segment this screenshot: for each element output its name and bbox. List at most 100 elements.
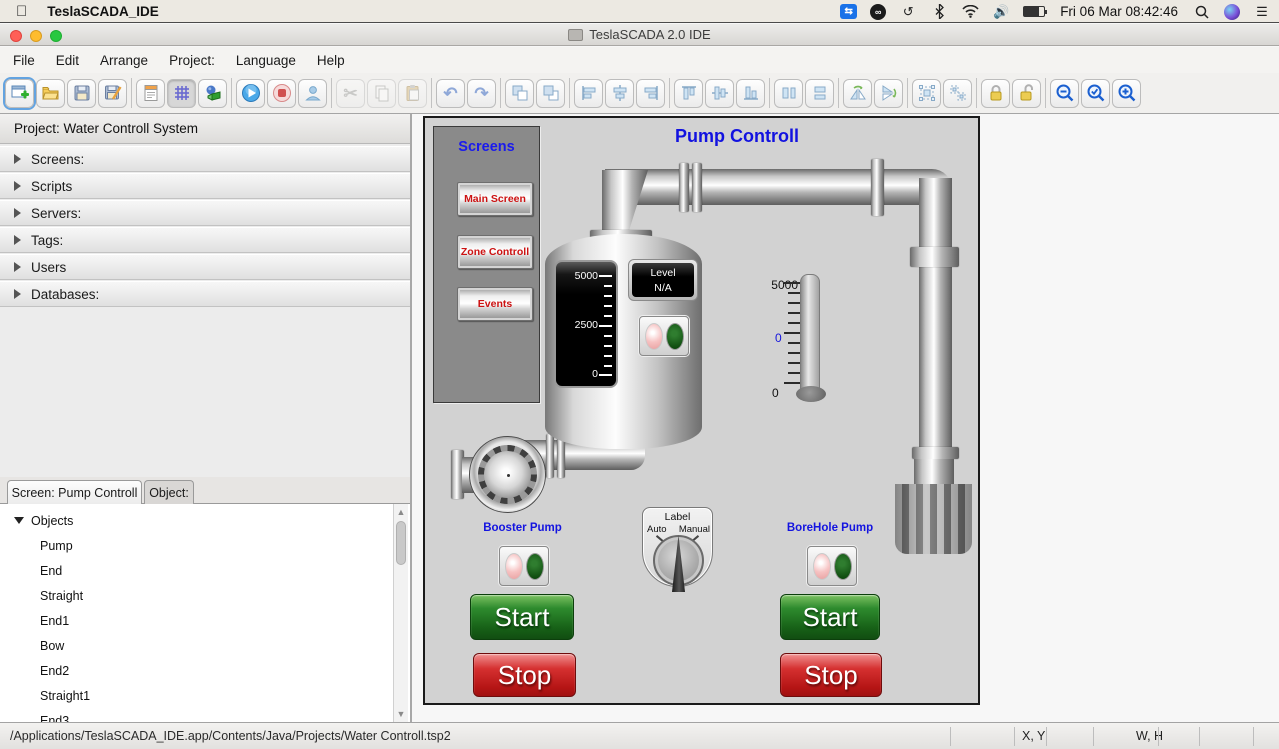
volume-icon[interactable]: 🔊 bbox=[992, 4, 1010, 20]
tree-item-pump[interactable]: Pump bbox=[0, 533, 390, 558]
menu-arrange[interactable]: Arrange bbox=[100, 53, 148, 68]
zoom-reset-button[interactable] bbox=[1081, 78, 1110, 108]
pipe-horizontal-top[interactable] bbox=[605, 169, 952, 205]
cut-button[interactable]: ✂ bbox=[336, 78, 365, 108]
pipe-flange[interactable] bbox=[871, 159, 884, 216]
sidebar-item-tags[interactable]: Tags: bbox=[0, 227, 410, 253]
tab-screen-pump-controll[interactable]: Screen: Pump Controll bbox=[7, 480, 142, 504]
tank-level-gauge[interactable]: 5000 2500 0 bbox=[554, 260, 618, 388]
level-display[interactable]: Level N/A bbox=[628, 259, 698, 301]
menu-edit[interactable]: Edit bbox=[56, 53, 79, 68]
borehole-pump-label[interactable]: BoreHole Pump bbox=[770, 522, 890, 534]
battery-icon[interactable] bbox=[1023, 6, 1048, 17]
spotlight-icon[interactable] bbox=[1193, 4, 1211, 20]
menu-project[interactable]: Project: bbox=[169, 53, 215, 68]
grid-toggle-button[interactable] bbox=[167, 78, 196, 108]
align-bottom-button[interactable] bbox=[736, 78, 765, 108]
creative-cloud-icon[interactable]: ∞ bbox=[870, 3, 887, 20]
pipe-coupling[interactable] bbox=[910, 247, 959, 267]
auto-manual-switch[interactable]: Label Auto Manual bbox=[642, 507, 713, 592]
screens-nav-panel[interactable]: Screens Main Screen Zone Controll Events bbox=[433, 126, 540, 403]
align-top-button[interactable] bbox=[674, 78, 703, 108]
pipe-flange[interactable] bbox=[692, 163, 702, 212]
booster-pump[interactable] bbox=[469, 436, 546, 513]
nav-zone-controll-button[interactable]: Zone Controll bbox=[457, 235, 533, 269]
flip-horizontal-button[interactable] bbox=[843, 78, 872, 108]
stop-button[interactable] bbox=[267, 78, 296, 108]
apple-icon[interactable]:  bbox=[16, 3, 27, 20]
pipe-flange[interactable] bbox=[546, 434, 554, 478]
zoom-window-button[interactable] bbox=[50, 30, 62, 42]
menu-help[interactable]: Help bbox=[317, 53, 345, 68]
tree-item-end1[interactable]: End1 bbox=[0, 608, 390, 633]
open-project-button[interactable] bbox=[36, 78, 65, 108]
distribute-h-button[interactable] bbox=[774, 78, 803, 108]
save-as-button[interactable] bbox=[98, 78, 127, 108]
thermometer-stem[interactable] bbox=[800, 274, 820, 399]
distribute-v-button[interactable] bbox=[805, 78, 834, 108]
sidebar-item-users[interactable]: Users bbox=[0, 254, 410, 280]
list-icon[interactable]: ☰ bbox=[1253, 4, 1271, 20]
borehole-motor[interactable] bbox=[895, 484, 972, 554]
send-backward-button[interactable] bbox=[536, 78, 565, 108]
motor-neck[interactable] bbox=[914, 459, 954, 485]
menu-clock[interactable]: Fri 06 Mar 08:42:46 bbox=[1060, 4, 1178, 19]
tree-node-objects[interactable]: Objects bbox=[0, 508, 390, 533]
align-right-button[interactable] bbox=[636, 78, 665, 108]
tank-indicator[interactable] bbox=[639, 316, 689, 356]
zoom-in-button[interactable] bbox=[1112, 78, 1141, 108]
sidebar-item-databases[interactable]: Databases: bbox=[0, 281, 410, 307]
nav-main-screen-button[interactable]: Main Screen bbox=[457, 182, 533, 216]
tree-item-bow[interactable]: Bow bbox=[0, 633, 390, 658]
nav-events-button[interactable]: Events bbox=[457, 287, 533, 321]
booster-indicator[interactable] bbox=[499, 546, 549, 586]
pipe-flange[interactable] bbox=[912, 447, 959, 459]
tab-object[interactable]: Object: bbox=[144, 480, 194, 504]
borehole-stop-button[interactable]: Stop bbox=[780, 653, 882, 697]
new-project-button[interactable] bbox=[5, 78, 34, 108]
undo-button[interactable]: ↶ bbox=[436, 78, 465, 108]
zoom-out-button[interactable] bbox=[1050, 78, 1079, 108]
sidebar-item-servers[interactable]: Servers: bbox=[0, 200, 410, 226]
borehole-indicator[interactable] bbox=[807, 546, 857, 586]
tree-item-straight1[interactable]: Straight1 bbox=[0, 683, 390, 708]
active-app-name[interactable]: TeslaSCADA_IDE bbox=[47, 4, 159, 19]
tree-item-end[interactable]: End bbox=[0, 558, 390, 583]
sidebar-item-screens[interactable]: Screens: bbox=[0, 146, 410, 172]
align-left-button[interactable] bbox=[574, 78, 603, 108]
unlock-button[interactable] bbox=[1012, 78, 1041, 108]
menu-language[interactable]: Language bbox=[236, 53, 296, 68]
booster-stop-button[interactable]: Stop bbox=[473, 653, 576, 697]
align-center-h-button[interactable] bbox=[605, 78, 634, 108]
screen-title[interactable]: Pump Controll bbox=[675, 126, 835, 147]
flip-vertical-button[interactable] bbox=[874, 78, 903, 108]
tree-item-straight[interactable]: Straight bbox=[0, 583, 390, 608]
booster-pump-label[interactable]: Booster Pump bbox=[465, 522, 580, 534]
run-button[interactable] bbox=[236, 78, 265, 108]
teamviewer-icon[interactable]: ⇆ bbox=[840, 4, 858, 19]
pipe-vertical-right[interactable] bbox=[919, 178, 952, 447]
tree-item-end3[interactable]: End3 bbox=[0, 708, 390, 723]
bring-forward-button[interactable] bbox=[505, 78, 534, 108]
bluetooth-icon[interactable] bbox=[930, 4, 948, 20]
runtime-button[interactable] bbox=[198, 78, 227, 108]
close-window-button[interactable] bbox=[10, 30, 22, 42]
lock-button[interactable] bbox=[981, 78, 1010, 108]
user-button[interactable] bbox=[298, 78, 327, 108]
borehole-start-button[interactable]: Start bbox=[780, 594, 880, 640]
tree-item-end2[interactable]: End2 bbox=[0, 658, 390, 683]
copy-button[interactable] bbox=[367, 78, 396, 108]
tree-scrollbar[interactable]: ▲ ▼ bbox=[393, 504, 408, 722]
redo-button[interactable]: ↷ bbox=[467, 78, 496, 108]
ungroup-button[interactable] bbox=[943, 78, 972, 108]
group-button[interactable] bbox=[912, 78, 941, 108]
switch-knob[interactable] bbox=[653, 535, 704, 592]
report-button[interactable] bbox=[136, 78, 165, 108]
save-button[interactable] bbox=[67, 78, 96, 108]
time-machine-icon[interactable]: ↺ bbox=[899, 4, 917, 20]
wifi-icon[interactable] bbox=[961, 4, 979, 20]
booster-start-button[interactable]: Start bbox=[470, 594, 574, 640]
sidebar-item-scripts[interactable]: Scripts bbox=[0, 173, 410, 199]
scroll-up-icon[interactable]: ▲ bbox=[394, 505, 408, 519]
minimize-window-button[interactable] bbox=[30, 30, 42, 42]
